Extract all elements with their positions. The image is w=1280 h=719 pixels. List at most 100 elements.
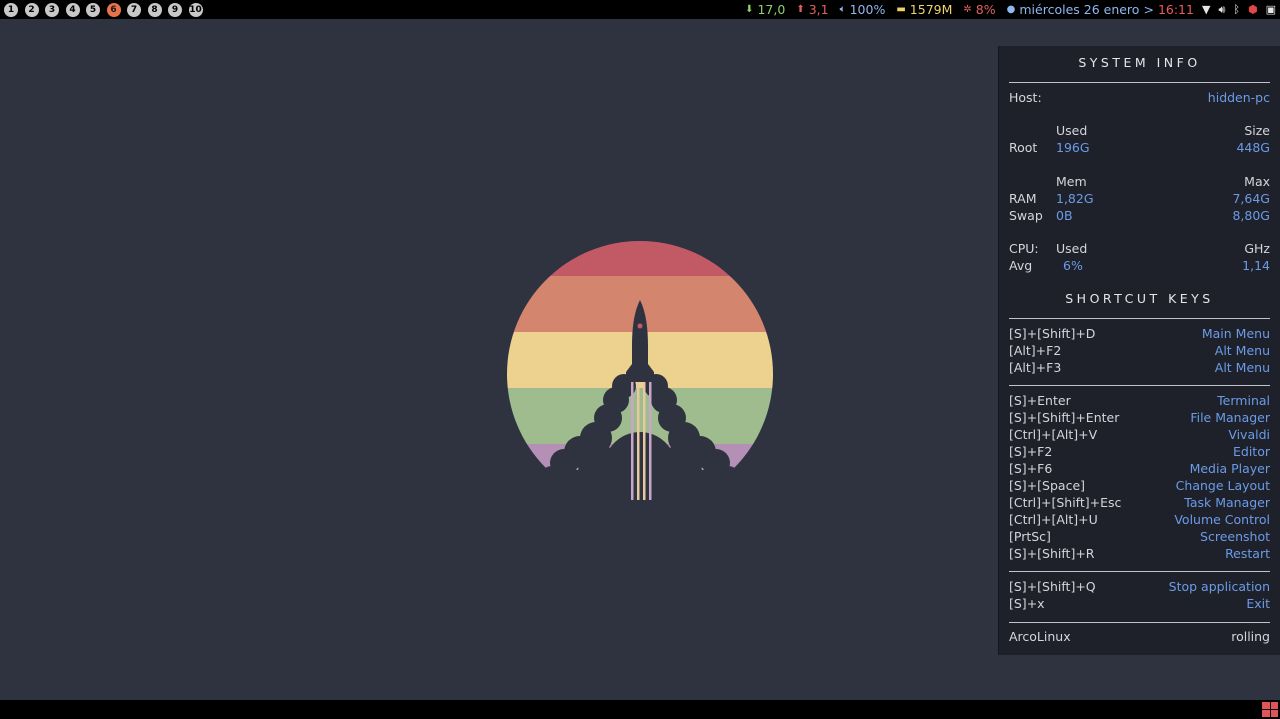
shortcut-row: [S]+[Shift]+Q Stop application	[1009, 578, 1270, 595]
wifi-icon[interactable]: ▼	[1202, 3, 1210, 16]
shortcut-row: [Ctrl]+[Alt]+V Vivaldi	[1009, 426, 1270, 443]
shortcut-keys: [Ctrl]+[Shift]+Esc	[1009, 495, 1122, 510]
date-time-separator: >	[1143, 2, 1154, 17]
clock-widget[interactable]: ● miércoles 26 enero > 16:11	[1007, 2, 1194, 17]
volume-value: 100%	[849, 2, 886, 17]
shortcut-keys-title: SHORTCUT KEYS	[1065, 291, 1214, 306]
shortcut-action: Volume Control	[1174, 512, 1270, 527]
ram-max: 7,64G	[1232, 191, 1270, 206]
rocket-nozzle	[628, 376, 652, 382]
swap-label: Swap	[1009, 208, 1043, 223]
net-up-widget: ⬆ 3,1	[796, 2, 828, 17]
shortcut-row: [S]+[Space] Change Layout	[1009, 477, 1270, 494]
shortcut-row: [S]+[Shift]+Enter File Manager	[1009, 409, 1270, 426]
shortcut-row: [S]+Enter Terminal	[1009, 392, 1270, 409]
exhaust-line	[643, 378, 646, 500]
cpu-label: CPU:	[1009, 241, 1039, 256]
workspace-9[interactable]: 9	[168, 2, 182, 17]
cpu-header-row: CPU: Used GHz	[1009, 240, 1270, 257]
shortcut-keys: [PrtSc]	[1009, 529, 1051, 544]
root-label: Root	[1009, 140, 1038, 155]
net-down-widget: ⬇ 17,0	[745, 2, 785, 17]
shortcut-row: [S]+[Shift]+D Main Menu	[1009, 325, 1270, 342]
root-used-header: Used	[1056, 123, 1088, 138]
volume-widget[interactable]: 🔈︎ 100%	[840, 2, 886, 17]
divider	[1009, 571, 1270, 572]
time-value: 16:11	[1157, 2, 1194, 17]
cpu-avg-row: Avg 6% 1,14	[1009, 257, 1270, 274]
memory-widget: ▬ 1579M	[896, 2, 952, 17]
divider	[1009, 318, 1270, 319]
shortcut-row: [S]+x Exit	[1009, 595, 1270, 612]
shortcut-keys: [S]+F2	[1009, 444, 1053, 459]
cpu-avg-label: Avg	[1009, 258, 1033, 273]
workspace-5[interactable]: 5	[86, 2, 100, 17]
distro-name: ArcoLinux	[1009, 629, 1071, 644]
cpu-ghz-header: GHz	[1244, 241, 1270, 256]
cpu-used-header: Used	[1056, 241, 1088, 256]
root-used: 196G	[1056, 140, 1090, 155]
ram-used: 1,82G	[1056, 191, 1094, 206]
shortcut-keys: [S]+Enter	[1009, 393, 1071, 408]
shortcut-row: [S]+[Shift]+R Restart	[1009, 545, 1270, 562]
shortcut-action: Screenshot	[1200, 529, 1270, 544]
workspace-10[interactable]: 10	[188, 2, 203, 17]
cpu-icon: ✲	[963, 4, 972, 15]
workspace-2[interactable]: 2	[24, 2, 39, 17]
tile-layout-icon[interactable]	[1262, 702, 1278, 717]
bottom-bar	[0, 700, 1280, 719]
workspace-3[interactable]: 3	[45, 2, 59, 17]
shortcut-keys: [S]+[Shift]+Q	[1009, 579, 1096, 594]
shortcut-row: [Ctrl]+[Alt]+U Volume Control	[1009, 511, 1270, 528]
shortcut-keys: [Alt]+F3	[1009, 360, 1062, 375]
shortcut-row: [PrtSc] Screenshot	[1009, 528, 1270, 545]
date-value: miércoles 26 enero	[1019, 2, 1140, 17]
shortcut-keys: [S]+[Shift]+D	[1009, 326, 1096, 341]
max-header: Max	[1244, 174, 1270, 189]
shortcut-action: Vivaldi	[1228, 427, 1270, 442]
workspace-1[interactable]: 1	[4, 2, 18, 17]
shortcut-action: Alt Menu	[1214, 360, 1270, 375]
shortcut-keys: [S]+[Shift]+R	[1009, 546, 1095, 561]
laptop-icon[interactable]: ▣	[1266, 3, 1276, 16]
bluetooth-icon[interactable]: ᛒ	[1233, 3, 1240, 16]
cloud-base	[534, 470, 746, 504]
wallpaper-rocket-art	[507, 241, 773, 504]
root-header-row: Used Size	[1009, 122, 1270, 139]
shortcut-keys: [Alt]+F2	[1009, 343, 1062, 358]
system-info-title: SYSTEM INFO	[1078, 55, 1201, 70]
distro-row: ArcoLinux rolling	[1009, 628, 1270, 645]
cpu-avg-ghz: 1,14	[1242, 258, 1270, 273]
shortcut-action: Stop application	[1168, 579, 1270, 594]
memory-value: 1579M	[909, 2, 953, 17]
exhaust-line	[649, 378, 652, 500]
status-area: ⬇ 17,0 ⬆ 3,1 🔈︎ 100% ▬ 1579M ✲ 8% ● miér…	[734, 0, 1280, 19]
root-size: 448G	[1236, 140, 1270, 155]
workspace-switcher: 1 2 3 4 5 6 7 8 9 10	[0, 2, 209, 17]
workspace-7[interactable]: 7	[127, 2, 141, 17]
shortcut-action: Task Manager	[1184, 495, 1270, 510]
shortcut-action: Exit	[1246, 596, 1270, 611]
shield-icon[interactable]: ⬢	[1248, 3, 1258, 16]
shortcut-row: [S]+F2 Editor	[1009, 443, 1270, 460]
mem-header-row: Mem Max	[1009, 173, 1270, 190]
shortcut-row: [Alt]+F2 Alt Menu	[1009, 342, 1270, 359]
workspace-4[interactable]: 4	[65, 2, 80, 17]
volume-tray-icon[interactable]: 🔊︎	[1218, 3, 1225, 17]
workspace-8[interactable]: 8	[147, 2, 162, 17]
speaker-icon: 🔈︎	[839, 4, 846, 15]
system-info-panel: SYSTEM INFO Host: hidden-pc Used Size Ro…	[998, 46, 1280, 655]
shortcut-action: Main Menu	[1201, 326, 1270, 341]
stripe	[507, 241, 773, 276]
shortcut-keys: [Ctrl]+[Alt]+V	[1009, 427, 1098, 442]
shortcut-keys: [S]+F6	[1009, 461, 1053, 476]
shortcut-action: Restart	[1225, 546, 1270, 561]
host-value: hidden-pc	[1207, 90, 1270, 105]
cpu-avg-used: 6%	[1063, 258, 1083, 273]
host-label: Host:	[1009, 90, 1042, 105]
divider	[1009, 622, 1270, 623]
shortcut-keys: [S]+[Shift]+Enter	[1009, 410, 1120, 425]
workspace-6[interactable]: 6	[106, 2, 121, 17]
shortcut-keys: [S]+x	[1009, 596, 1045, 611]
shortcut-keys: [Ctrl]+[Alt]+U	[1009, 512, 1098, 527]
